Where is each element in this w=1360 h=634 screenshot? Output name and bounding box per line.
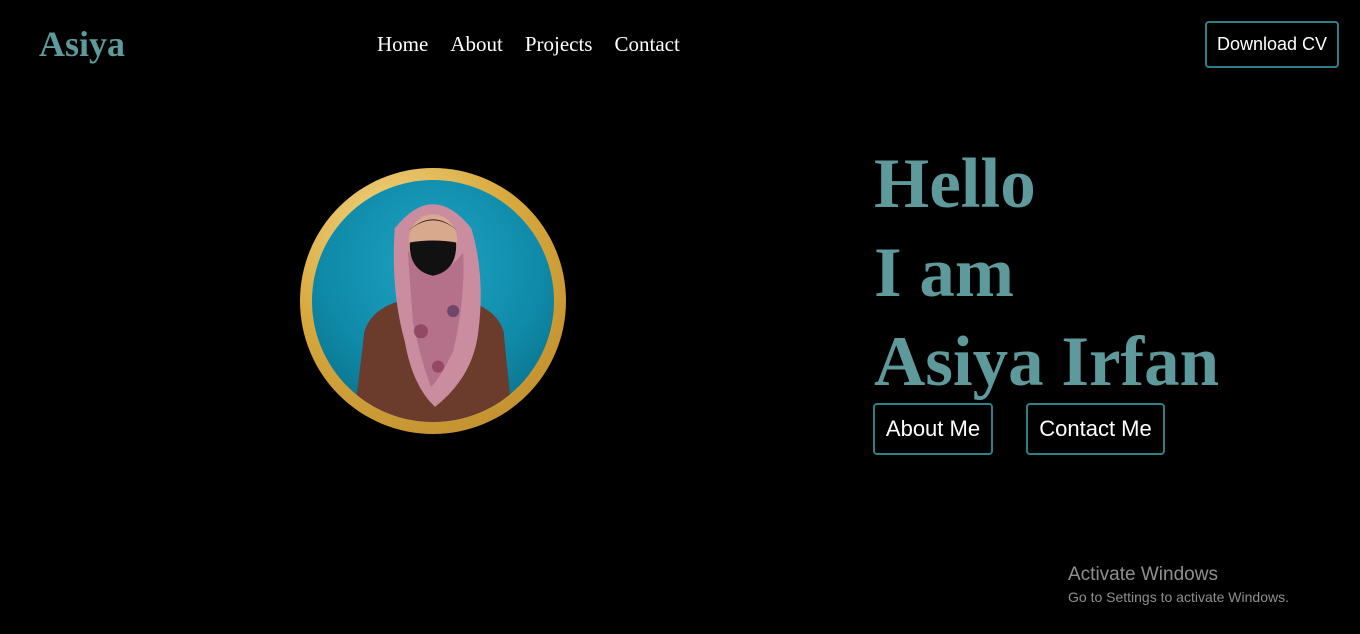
download-cv-button[interactable]: Download CV — [1205, 21, 1339, 68]
nav-contact[interactable]: Contact — [614, 31, 679, 57]
nav-about[interactable]: About — [450, 31, 503, 57]
nav-projects[interactable]: Projects — [525, 31, 593, 57]
hero-line-i-am: I am — [874, 234, 1015, 312]
hero-line-name: Asiya Irfan — [874, 323, 1220, 401]
watermark-title: Activate Windows — [1068, 564, 1218, 585]
hero-heading: Hello I am Asiya Irfan — [874, 140, 1219, 407]
profile-photo-frame — [300, 168, 566, 434]
nav-home[interactable]: Home — [377, 31, 428, 57]
hero-line-hello: Hello — [874, 145, 1036, 223]
windows-activation-watermark: Activate Windows Go to Settings to activ… — [1068, 563, 1289, 607]
site-logo[interactable]: Asiya — [39, 22, 125, 66]
main-nav: Home About Projects Contact — [377, 31, 680, 57]
profile-photo-illustration — [353, 204, 513, 422]
contact-me-button[interactable]: Contact Me — [1026, 403, 1165, 455]
watermark-subtitle: Go to Settings to activate Windows. — [1068, 589, 1289, 605]
about-me-button[interactable]: About Me — [873, 403, 993, 455]
profile-photo — [312, 180, 554, 422]
